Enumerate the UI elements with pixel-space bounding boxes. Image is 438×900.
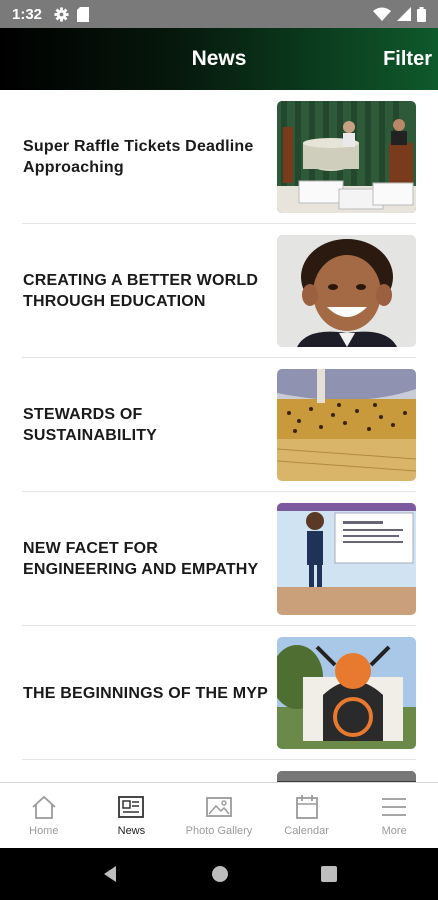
list-item[interactable]: NEW FACET FOR ENGINEERING AND EMPATHY	[0, 492, 438, 626]
recents-icon[interactable]	[321, 866, 337, 882]
tab-more[interactable]: More	[350, 783, 438, 848]
news-thumbnail	[277, 503, 416, 615]
tab-label: Home	[29, 825, 59, 837]
tab-news[interactable]: News	[88, 783, 176, 848]
tab-calendar[interactable]: Calendar	[263, 783, 351, 848]
list-item[interactable]: STEWARDS OF SUSTAINABILITY	[0, 358, 438, 492]
bottom-tab-bar: Home News Photo Gallery Calendar More	[0, 782, 438, 848]
home-icon	[29, 793, 59, 821]
news-list[interactable]: Super Raffle Tickets Deadline Approachin…	[0, 90, 438, 782]
tab-photo-gallery[interactable]: Photo Gallery	[175, 783, 263, 848]
news-title: NEW FACET FOR ENGINEERING AND EMPATHY	[23, 540, 259, 578]
tab-home[interactable]: Home	[0, 783, 88, 848]
tab-label: Photo Gallery	[185, 825, 253, 837]
wifi-icon	[373, 7, 391, 21]
news-title: THE BEGINNINGS OF THE MYP	[23, 684, 269, 702]
news-thumbnail	[277, 235, 416, 347]
sim-card-icon	[77, 6, 90, 22]
news-title: STEWARDS OF SUSTAINABILITY	[23, 406, 158, 444]
list-item[interactable]	[0, 760, 438, 782]
signal-icon	[397, 7, 411, 21]
calendar-icon	[292, 793, 322, 821]
news-title: Super Raffle Tickets Deadline Approachin…	[23, 138, 254, 176]
page-title: News	[191, 47, 247, 70]
list-item[interactable]: THE BEGINNINGS OF THE MYP	[0, 626, 438, 760]
home-circle-icon[interactable]	[211, 865, 229, 883]
news-thumbnail	[277, 369, 416, 481]
news-thumbnail	[277, 637, 416, 749]
app-header: News Filter	[0, 28, 438, 90]
tab-label: More	[381, 825, 407, 837]
list-item[interactable]: Super Raffle Tickets Deadline Approachin…	[0, 90, 438, 224]
tab-label: News	[117, 825, 146, 837]
back-icon[interactable]	[101, 865, 119, 883]
gear-icon	[54, 6, 69, 22]
filter-button[interactable]: Filter	[383, 28, 432, 90]
system-navigation-bar	[0, 848, 438, 900]
newspaper-icon	[116, 793, 146, 821]
news-thumbnail	[277, 771, 416, 782]
status-time: 1:32	[12, 5, 43, 23]
news-title: CREATING A BETTER WORLD THROUGH EDUCATIO…	[23, 272, 259, 310]
image-icon	[204, 793, 234, 821]
battery-icon	[417, 6, 426, 22]
list-item[interactable]: CREATING A BETTER WORLD THROUGH EDUCATIO…	[0, 224, 438, 358]
menu-icon	[379, 793, 409, 821]
tab-label: Calendar	[284, 825, 329, 837]
status-bar: 1:32	[0, 0, 438, 28]
news-thumbnail	[277, 101, 416, 213]
